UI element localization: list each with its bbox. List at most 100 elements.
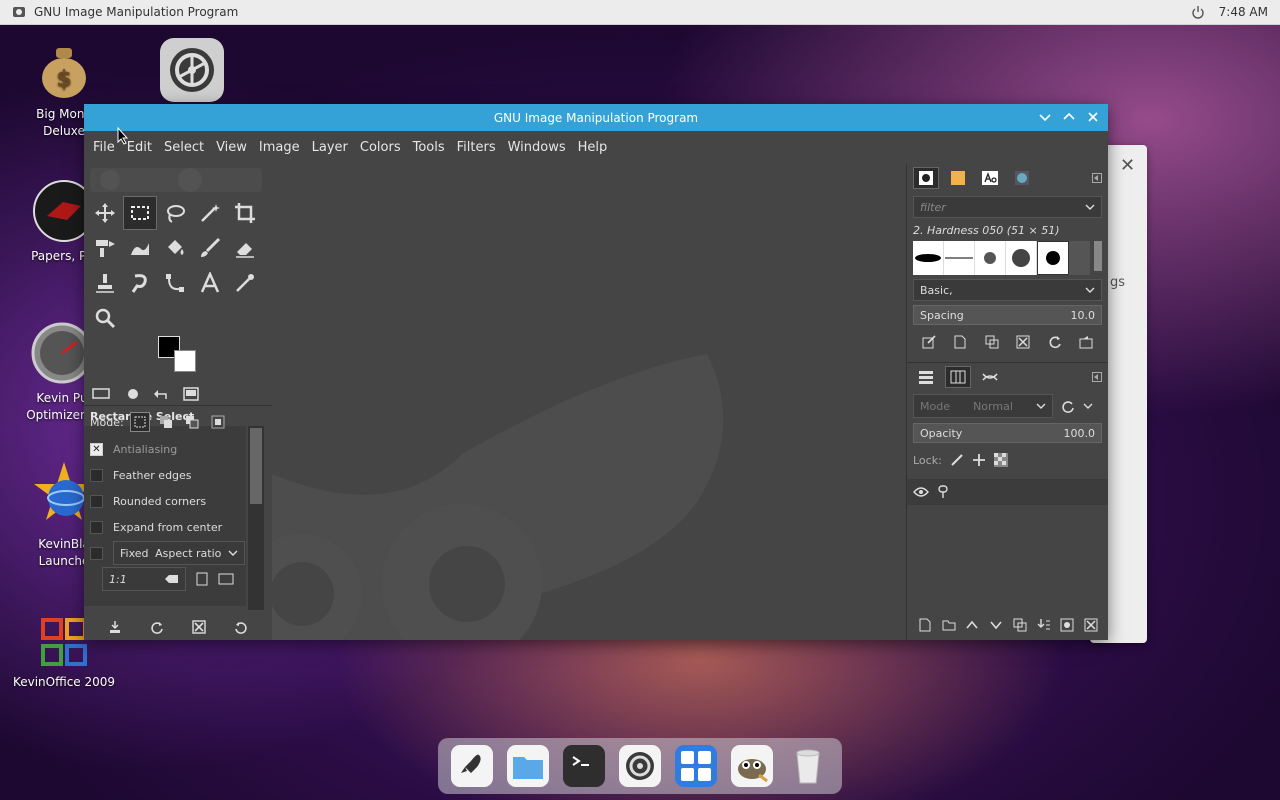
restore-options-button[interactable] bbox=[150, 620, 164, 634]
tab-layers[interactable] bbox=[913, 366, 939, 388]
mode-intersect-button[interactable] bbox=[208, 412, 228, 432]
lower-layer-button[interactable] bbox=[989, 618, 1003, 632]
edit-brush-button[interactable] bbox=[922, 335, 936, 349]
menu-select[interactable]: Select bbox=[158, 140, 210, 155]
desktop-icon-settings[interactable] bbox=[160, 38, 224, 102]
save-options-button[interactable] bbox=[108, 620, 122, 634]
chevron-down-icon[interactable] bbox=[1085, 203, 1095, 211]
menu-windows[interactable]: Windows bbox=[502, 140, 572, 155]
dock-settings[interactable] bbox=[619, 745, 661, 787]
ratio-input[interactable]: 1:1 bbox=[102, 567, 186, 591]
rounded-corners-row[interactable]: Rounded corners bbox=[84, 488, 246, 514]
delete-layer-button[interactable] bbox=[1084, 618, 1098, 632]
lock-position-button[interactable] bbox=[972, 453, 986, 467]
rounded-corners-checkbox[interactable] bbox=[90, 494, 103, 508]
maximize-button[interactable] bbox=[1060, 108, 1078, 126]
smudge-tool[interactable] bbox=[123, 266, 157, 300]
feather-edges-row[interactable]: Feather edges bbox=[84, 462, 246, 488]
brush-preview[interactable] bbox=[913, 241, 944, 275]
tab-patterns[interactable] bbox=[945, 167, 971, 189]
lock-alpha-button[interactable] bbox=[993, 453, 1008, 467]
menu-file[interactable]: File bbox=[87, 140, 121, 155]
tab-paths[interactable] bbox=[977, 366, 1003, 388]
expand-from-center-row[interactable]: Expand from center bbox=[84, 514, 246, 540]
raise-layer-button[interactable] bbox=[965, 618, 979, 632]
menu-view[interactable]: View bbox=[210, 140, 253, 155]
chevron-down-icon[interactable] bbox=[1083, 402, 1093, 410]
spacing-slider[interactable]: Spacing 10.0 bbox=[913, 305, 1102, 325]
visibility-eye-icon[interactable] bbox=[913, 486, 929, 498]
eraser-tool[interactable] bbox=[228, 231, 262, 265]
opacity-slider[interactable]: Opacity 100.0 bbox=[913, 423, 1102, 443]
background-color[interactable] bbox=[174, 350, 196, 372]
active-app-name[interactable]: GNU Image Manipulation Program bbox=[34, 5, 238, 19]
new-brush-button[interactable] bbox=[953, 335, 967, 349]
delete-options-button[interactable] bbox=[192, 620, 206, 634]
menu-help[interactable]: Help bbox=[572, 140, 614, 155]
dock-files[interactable] bbox=[507, 745, 549, 787]
close-icon[interactable]: ✕ bbox=[1120, 155, 1135, 176]
menu-image[interactable]: Image bbox=[253, 140, 306, 155]
antialiasing-row[interactable]: ✕ Antialiasing bbox=[84, 436, 246, 462]
paths-tool[interactable] bbox=[158, 266, 192, 300]
merge-layer-button[interactable] bbox=[1037, 618, 1051, 632]
expand-from-center-checkbox[interactable] bbox=[90, 520, 103, 534]
clock[interactable]: 7:48 AM bbox=[1219, 5, 1268, 19]
dock-menu-icon[interactable] bbox=[1092, 173, 1102, 183]
power-icon[interactable] bbox=[1191, 5, 1205, 19]
crop-tool[interactable] bbox=[228, 196, 262, 230]
duplicate-layer-button[interactable] bbox=[1013, 618, 1027, 632]
tab-device-status[interactable] bbox=[122, 387, 140, 401]
tab-brushes[interactable] bbox=[913, 167, 939, 189]
brush-preview[interactable] bbox=[1006, 241, 1037, 275]
move-tool[interactable] bbox=[88, 196, 122, 230]
composite-mode-button[interactable] bbox=[1061, 399, 1075, 413]
gimp-window[interactable]: GNU Image Manipulation Program File Edit… bbox=[84, 104, 1108, 640]
tab-document-history[interactable] bbox=[1009, 167, 1035, 189]
antialiasing-checkbox[interactable]: ✕ bbox=[90, 442, 103, 456]
duplicate-brush-button[interactable] bbox=[985, 335, 999, 349]
scrollbar-thumb[interactable] bbox=[250, 428, 262, 504]
portrait-icon[interactable] bbox=[196, 572, 208, 586]
bucket-fill-tool[interactable] bbox=[158, 231, 192, 265]
mode-replace-button[interactable] bbox=[129, 412, 150, 432]
dock-gimp[interactable] bbox=[731, 745, 773, 787]
menu-filters[interactable]: Filters bbox=[451, 140, 502, 155]
minimize-button[interactable] bbox=[1036, 108, 1054, 126]
dock-launcher[interactable] bbox=[451, 745, 493, 787]
refresh-brushes-button[interactable] bbox=[1048, 335, 1062, 349]
dock-menu-icon[interactable] bbox=[1092, 372, 1102, 382]
zoom-tool[interactable] bbox=[88, 301, 122, 335]
close-button[interactable] bbox=[1084, 108, 1102, 126]
dock-trash[interactable] bbox=[787, 745, 829, 787]
tab-undo-history[interactable] bbox=[152, 387, 170, 401]
text-tool[interactable] bbox=[193, 266, 227, 300]
mode-subtract-button[interactable] bbox=[182, 412, 202, 432]
reset-options-button[interactable] bbox=[234, 620, 248, 634]
brush-preview[interactable] bbox=[975, 241, 1006, 275]
color-picker-tool[interactable] bbox=[228, 266, 262, 300]
fixed-mode-select[interactable]: Fixed Aspect ratio bbox=[113, 541, 245, 565]
free-select-tool[interactable] bbox=[158, 196, 192, 230]
brush-preview-selected[interactable] bbox=[1037, 241, 1069, 275]
fuzzy-select-tool[interactable] bbox=[193, 196, 227, 230]
lock-pixels-button[interactable] bbox=[950, 453, 964, 467]
tool-options-scrollbar[interactable] bbox=[248, 426, 264, 610]
brush-preview[interactable] bbox=[944, 241, 975, 275]
layer-mode-select[interactable]: Mode Normal bbox=[913, 394, 1053, 418]
fg-bg-color-swatch[interactable] bbox=[158, 336, 200, 376]
tab-fonts[interactable] bbox=[977, 167, 1003, 189]
brush-scrollbar[interactable] bbox=[1093, 241, 1102, 271]
tab-channels[interactable] bbox=[945, 366, 971, 388]
image-canvas[interactable] bbox=[272, 164, 906, 640]
brush-tag-select[interactable]: Basic, bbox=[913, 279, 1102, 301]
landscape-icon[interactable] bbox=[218, 573, 234, 585]
menu-colors[interactable]: Colors bbox=[354, 140, 407, 155]
paintbrush-tool[interactable] bbox=[193, 231, 227, 265]
dock-terminal[interactable] bbox=[563, 745, 605, 787]
open-brush-as-image-button[interactable] bbox=[1079, 335, 1093, 349]
transform-tool[interactable] bbox=[88, 231, 122, 265]
mode-add-button[interactable] bbox=[156, 412, 176, 432]
rect-select-tool[interactable] bbox=[123, 196, 157, 230]
clone-tool[interactable] bbox=[88, 266, 122, 300]
